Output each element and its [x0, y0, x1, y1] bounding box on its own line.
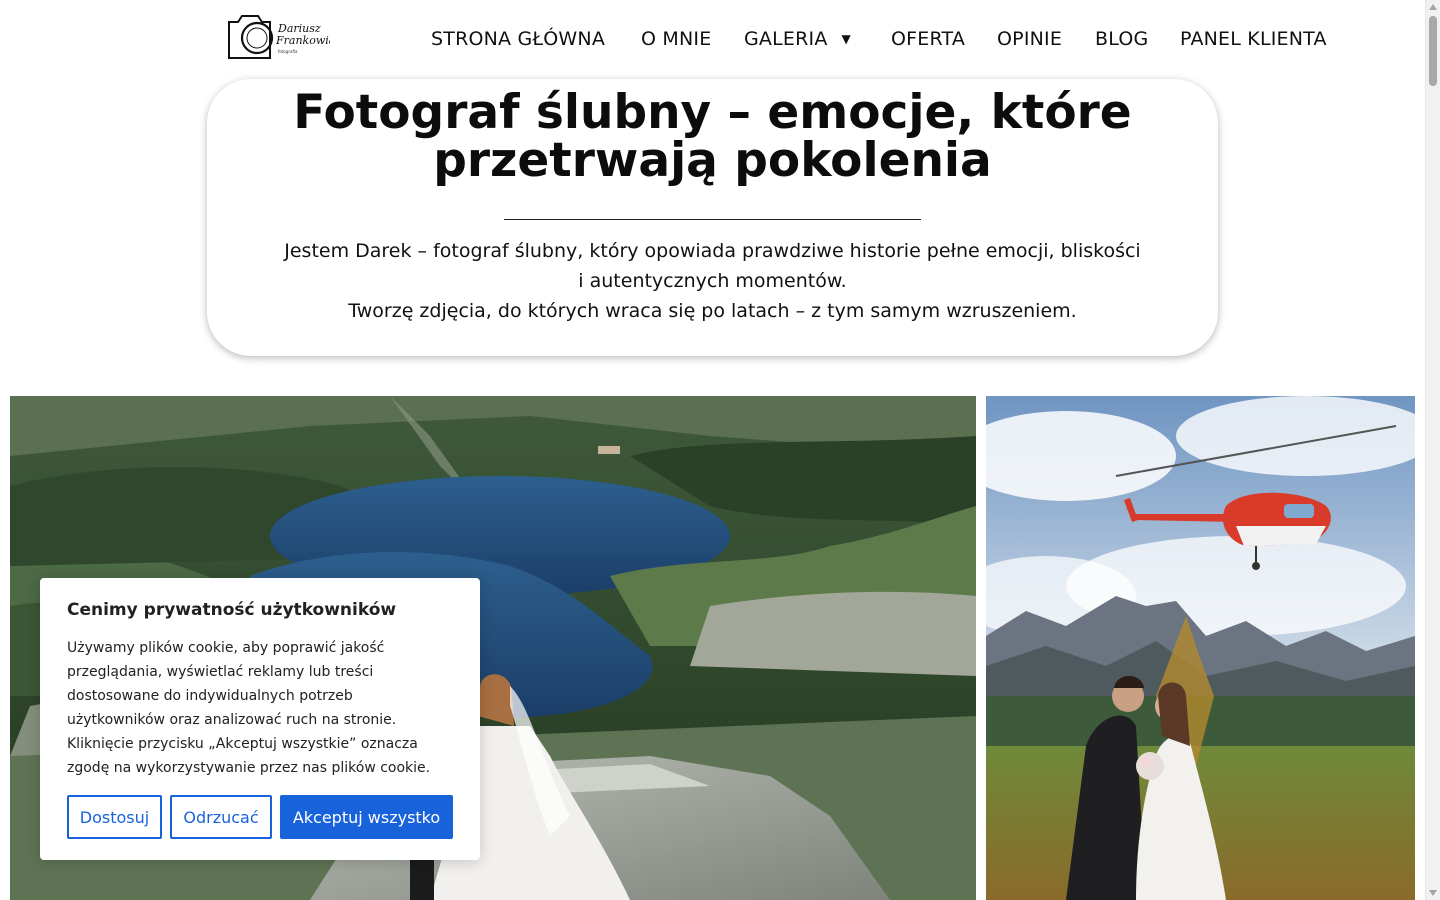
hero-text-line1: Jestem Darek – fotograf ślubny, który op…	[284, 240, 1141, 262]
nav-item-gallery[interactable]: GALERIA ▼	[744, 28, 851, 50]
scroll-up-arrow-icon[interactable]	[1429, 4, 1437, 10]
nav-item-blog[interactable]: BLOG	[1095, 28, 1148, 50]
nav-item-about[interactable]: O MNIE	[641, 28, 711, 50]
hero-text-line3: Tworzę zdjęcia, do których wraca się po …	[348, 300, 1077, 322]
page-scrollbar[interactable]	[1425, 0, 1440, 900]
cookie-text-line: użytkowników oraz analizować ruch na str…	[67, 712, 397, 728]
nav-item-home[interactable]: STRONA GŁÓWNA	[431, 28, 605, 50]
hero-description: Jestem Darek – fotograf ślubny, który op…	[247, 236, 1178, 326]
hero-title-line1: Fotograf ślubny – emocje, które	[293, 85, 1132, 140]
hero-title: Fotograf ślubny – emocje, które przetrwa…	[207, 89, 1218, 185]
accept-all-button[interactable]: Akceptuj wszystko	[280, 795, 453, 839]
cookie-text-line: dostosowane do indywidualnych potrzeb	[67, 688, 353, 704]
wedding-helicopter-image	[986, 396, 1415, 900]
cookie-consent-banner: Cenimy prywatność użytkowników Używamy p…	[40, 578, 480, 860]
cookie-description: Używamy plików cookie, aby poprawić jako…	[67, 636, 457, 780]
scroll-down-arrow-icon[interactable]	[1429, 890, 1437, 896]
caret-down-icon: ▼	[841, 32, 851, 46]
cookie-text-line: Używamy plików cookie, aby poprawić jako…	[67, 640, 385, 656]
customize-button[interactable]: Dostosuj	[67, 795, 162, 839]
nav-item-gallery-label: GALERIA	[744, 28, 828, 50]
cookie-text-line: Kliknięcie przycisku „Akceptuj wszystkie…	[67, 736, 418, 752]
cookie-text-line: zgodę na wykorzystywanie przez nas plikó…	[67, 760, 431, 776]
cookie-text-line: przeglądania, wyświetlać reklamy lub tre…	[67, 664, 374, 680]
hero-divider	[504, 219, 921, 220]
main-navigation: STRONA GŁÓWNA O MNIE GALERIA ▼ OFERTA OPI…	[0, 28, 1440, 54]
gallery-photo-helicopter[interactable]	[986, 396, 1415, 900]
hero-title-line2: przetrwają pokolenia	[433, 133, 992, 188]
cookie-title: Cenimy prywatność użytkowników	[67, 600, 397, 620]
scrollbar-thumb[interactable]	[1429, 16, 1437, 86]
hero-card: Fotograf ślubny – emocje, które przetrwa…	[207, 79, 1218, 356]
reject-button[interactable]: Odrzucać	[170, 795, 272, 839]
nav-item-offer[interactable]: OFERTA	[891, 28, 965, 50]
nav-item-reviews[interactable]: OPINIE	[997, 28, 1062, 50]
hero-text-line2: i autentycznych momentów.	[578, 270, 847, 292]
nav-item-client-panel[interactable]: PANEL KLIENTA	[1180, 28, 1327, 50]
